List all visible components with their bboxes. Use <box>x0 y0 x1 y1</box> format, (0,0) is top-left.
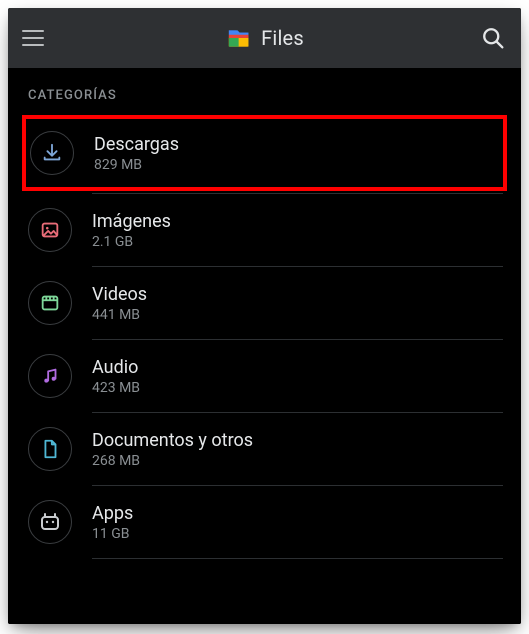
category-label: Apps <box>92 503 133 524</box>
category-audio[interactable]: Audio 423 MB <box>26 340 503 412</box>
download-icon <box>30 131 74 175</box>
category-documents[interactable]: Documentos y otros 268 MB <box>26 413 503 485</box>
category-label: Audio <box>92 357 140 378</box>
category-text: Descargas 829 MB <box>94 134 179 173</box>
document-icon <box>28 427 72 471</box>
app-window: Files CATEGORÍAS Descargas 829 MB <box>8 8 521 624</box>
content-area: CATEGORÍAS Descargas 829 MB <box>8 68 521 624</box>
category-text: Videos 441 MB <box>92 284 147 323</box>
category-size: 268 MB <box>92 453 253 469</box>
category-label: Documentos y otros <box>92 430 253 451</box>
app-title-group: Files <box>225 25 304 51</box>
image-icon <box>28 208 72 252</box>
category-text: Documentos y otros 268 MB <box>92 430 253 469</box>
category-size: 829 MB <box>94 157 179 173</box>
video-icon <box>28 281 72 325</box>
category-text: Imágenes 2.1 GB <box>92 211 171 250</box>
category-label: Descargas <box>94 134 179 155</box>
category-label: Imágenes <box>92 211 171 232</box>
category-apps[interactable]: Apps 11 GB <box>26 486 503 558</box>
search-icon[interactable] <box>479 24 507 52</box>
apps-icon <box>28 500 72 544</box>
files-logo-icon <box>225 25 251 51</box>
audio-icon <box>28 354 72 398</box>
menu-icon[interactable] <box>22 25 48 51</box>
app-title: Files <box>261 26 304 50</box>
category-videos[interactable]: Videos 441 MB <box>26 267 503 339</box>
top-bar: Files <box>8 8 521 68</box>
divider <box>92 558 503 559</box>
category-size: 441 MB <box>92 307 147 323</box>
category-size: 11 GB <box>92 526 133 542</box>
section-header: CATEGORÍAS <box>26 68 503 113</box>
category-text: Apps 11 GB <box>92 503 133 542</box>
category-images[interactable]: Imágenes 2.1 GB <box>26 194 503 266</box>
category-downloads[interactable]: Descargas 829 MB <box>22 115 507 191</box>
category-label: Videos <box>92 284 147 305</box>
category-size: 2.1 GB <box>92 234 171 250</box>
category-text: Audio 423 MB <box>92 357 140 396</box>
category-size: 423 MB <box>92 380 140 396</box>
